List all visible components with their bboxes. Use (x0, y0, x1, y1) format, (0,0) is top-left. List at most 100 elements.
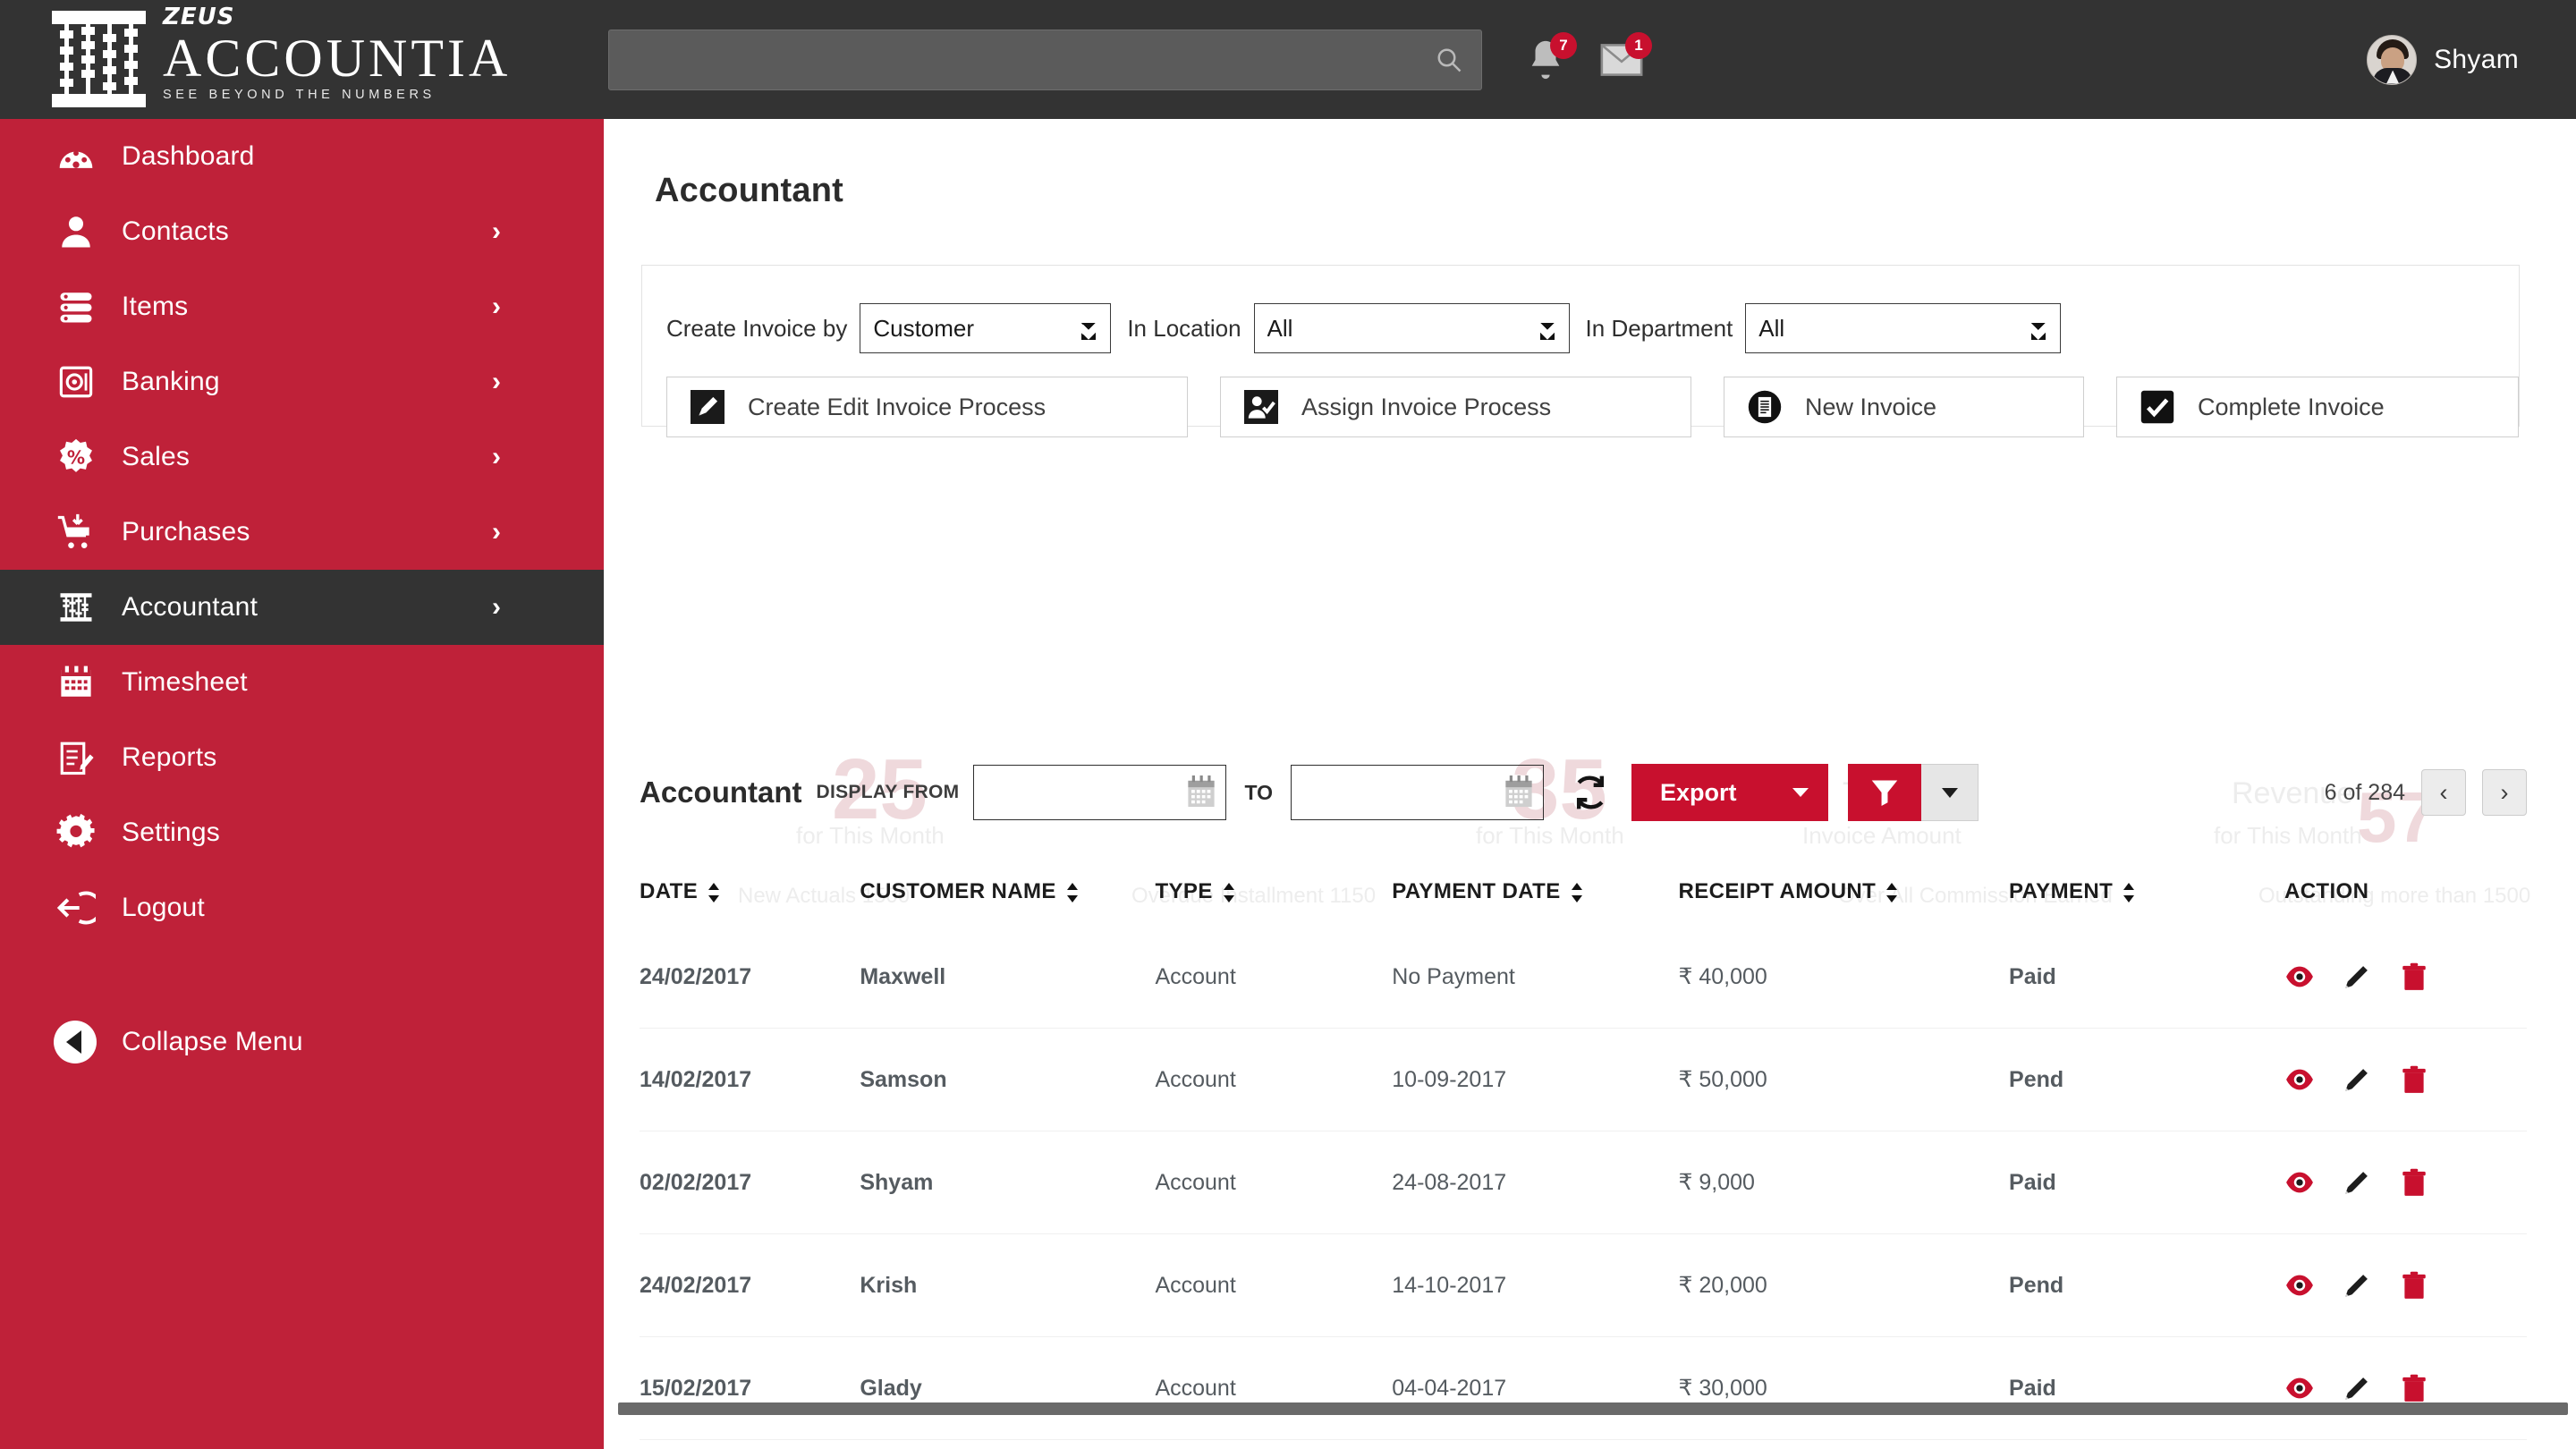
table-row[interactable]: 24/02/2017 Maxwell Account No Payment ₹ 40,0… (640, 926, 2527, 1029)
delete-trash-icon[interactable] (2399, 962, 2429, 992)
delete-trash-icon[interactable] (2399, 1373, 2429, 1403)
complete-invoice-button[interactable]: Complete Invoice (2116, 377, 2519, 437)
table-row[interactable]: 14/02/2017 Samson Account 10-09-2017 ₹ 50,00… (640, 1028, 2527, 1131)
status-badge: Pend (2009, 1233, 2284, 1337)
cell-payment-date: 10-09-2017 (1392, 1028, 1679, 1131)
create-edit-invoice-process-button[interactable]: Create Edit Invoice Process (666, 377, 1188, 437)
edit-pencil-icon[interactable] (2342, 1270, 2372, 1301)
sidebar-item-label: Logout (122, 893, 205, 922)
cell-payment-date: 24-08-2017 (1392, 1131, 1679, 1234)
cell-receipt-amount: ₹ 30,000 (1678, 1336, 2010, 1440)
sidebar-item-timesheet[interactable]: Timesheet (0, 645, 604, 720)
cell-payment-date: No Payment (1392, 963, 1515, 989)
in-department-select[interactable]: All (1745, 303, 2062, 353)
cell-receipt-amount: ₹ 20,000 (1678, 1233, 2010, 1337)
create-invoice-by-label: Create Invoice by (666, 314, 848, 342)
sidebar-item-contacts[interactable]: Contacts › (0, 194, 604, 269)
col-header-receipt-amount[interactable]: RECEIPT AMOUNT (1679, 860, 2010, 926)
sidebar-item-label: Items (122, 292, 189, 321)
global-search[interactable] (608, 29, 1482, 90)
view-eye-icon[interactable] (2284, 1167, 2315, 1198)
sort-icon[interactable] (708, 881, 720, 904)
sort-icon[interactable] (1066, 881, 1079, 904)
sidebar-item-items[interactable]: Items › (0, 269, 604, 344)
user-menu[interactable]: Shyam (2367, 34, 2519, 85)
cell-date: 14/02/2017 (640, 1028, 860, 1131)
delete-trash-icon[interactable] (2399, 1167, 2429, 1198)
new-invoice-button[interactable]: New Invoice (1724, 377, 2084, 437)
col-header-type[interactable]: TYPE (1155, 860, 1392, 926)
view-eye-icon[interactable] (2284, 962, 2315, 992)
sort-icon[interactable] (2123, 881, 2135, 904)
sort-icon[interactable] (1223, 881, 1235, 904)
col-header-payment[interactable]: PAYMENT (2009, 860, 2284, 926)
in-location-select[interactable]: All (1253, 303, 1570, 353)
filter-dropdown-button[interactable] (1921, 764, 1979, 821)
brand-name-text: ACCOUNTIA (163, 29, 512, 88)
col-header-payment-date[interactable]: PAYMENT DATE (1392, 860, 1678, 926)
sidebar-item-dashboard[interactable]: Dashboard (0, 119, 604, 194)
pagination-next-button[interactable]: › (2482, 769, 2527, 816)
col-header-customer-name[interactable]: CUSTOMER NAME (860, 860, 1155, 926)
edit-pencil-icon[interactable] (2342, 1373, 2372, 1403)
table-row[interactable]: 02/02/2017 Shyam Account 24-08-2017 ₹ 9,000 P… (640, 1131, 2527, 1234)
in-department-label: In Department (1585, 314, 1733, 342)
sidebar-item-reports[interactable]: Reports (0, 720, 604, 795)
cell-actions (2284, 926, 2527, 1029)
avatar (2367, 34, 2418, 85)
sort-icon[interactable] (1886, 881, 1898, 904)
brand-logo[interactable]: ZEUS ACCOUNTIA SEE BEYOND THE NUMBERS (0, 0, 604, 119)
pagination-prev-button[interactable]: ‹ (2421, 769, 2466, 816)
edit-pencil-icon[interactable] (2342, 1064, 2372, 1095)
new-invoice-label: New Invoice (1805, 393, 1937, 420)
table-row[interactable]: 24/02/2017 Krish Account 14-10-2017 ₹ 20,000… (640, 1233, 2527, 1337)
sidebar-item-sales[interactable]: % Sales › (0, 419, 604, 495)
pagination-count: 6 of 284 (2324, 779, 2405, 805)
cell-type: Account (1155, 1131, 1393, 1234)
sidebar-item-purchases[interactable]: Purchases › (0, 495, 604, 570)
cell-type: Account (1155, 963, 1236, 989)
cell-customer-name: Shyam (860, 1131, 1156, 1234)
status-badge: Paid (2009, 1336, 2284, 1440)
sidebar-item-banking[interactable]: Banking › (0, 344, 604, 419)
cell-actions (2284, 1233, 2527, 1337)
create-invoice-by-select[interactable]: Customer (860, 303, 1112, 353)
sidebar-item-logout[interactable]: Logout (0, 870, 604, 945)
funnel-filter-button[interactable] (1848, 764, 1921, 821)
delete-trash-icon[interactable] (2399, 1270, 2429, 1301)
view-eye-icon[interactable] (2284, 1270, 2315, 1301)
calendar-icon[interactable] (1185, 775, 1217, 809)
table-row[interactable]: 24/02/2017Brett leeAccountNo Payment₹ 2,… (640, 1439, 2527, 1449)
search-input[interactable] (608, 29, 1482, 90)
filter-split-button[interactable] (1848, 764, 1979, 821)
edit-pencil-icon[interactable] (2342, 962, 2372, 992)
collapse-menu-button[interactable]: Collapse Menu (0, 1021, 604, 1063)
user-name-label: Shyam (2434, 44, 2519, 74)
view-eye-icon[interactable] (2284, 1373, 2315, 1403)
assign-invoice-process-button[interactable]: Assign Invoice Process (1220, 377, 1691, 437)
table-row[interactable]: 15/02/2017 Glady Account 04-04-2017 ₹ 30,000… (640, 1336, 2527, 1440)
invoice-action-row: Create Edit Invoice Process Assign Invoi… (666, 377, 2519, 437)
sort-icon[interactable] (1571, 881, 1583, 904)
delete-trash-icon[interactable] (2399, 1064, 2429, 1095)
notepad-pencil-icon (54, 735, 98, 780)
calendar-icon[interactable] (1503, 775, 1535, 809)
date-from-field[interactable] (973, 765, 1227, 820)
horizontal-scrollbar[interactable] (604, 1402, 2576, 1415)
top-header-bar: ZEUS ACCOUNTIA SEE BEYOND THE NUMBERS 7 … (0, 0, 2576, 119)
abacus-logo-icon (52, 11, 146, 107)
view-eye-icon[interactable] (2284, 1064, 2315, 1095)
notifications-bell-button[interactable]: 7 (1525, 31, 1577, 82)
edit-pencil-icon[interactable] (2342, 1167, 2372, 1198)
chevron-right-icon: › (492, 292, 501, 321)
sidebar-item-settings[interactable]: Settings (0, 795, 604, 870)
messages-button[interactable]: 1 (1600, 31, 1652, 82)
cell-customer-name: Glady (860, 1336, 1156, 1440)
refresh-icon[interactable] (1571, 771, 1610, 814)
date-to-field[interactable] (1291, 765, 1544, 820)
export-button[interactable]: Export (1631, 764, 1828, 821)
horizontal-scrollbar-thumb[interactable] (618, 1402, 2568, 1415)
abacus-icon (54, 585, 98, 630)
sidebar-item-accountant[interactable]: Accountant › (0, 570, 604, 645)
col-header-date[interactable]: DATE (640, 860, 860, 926)
